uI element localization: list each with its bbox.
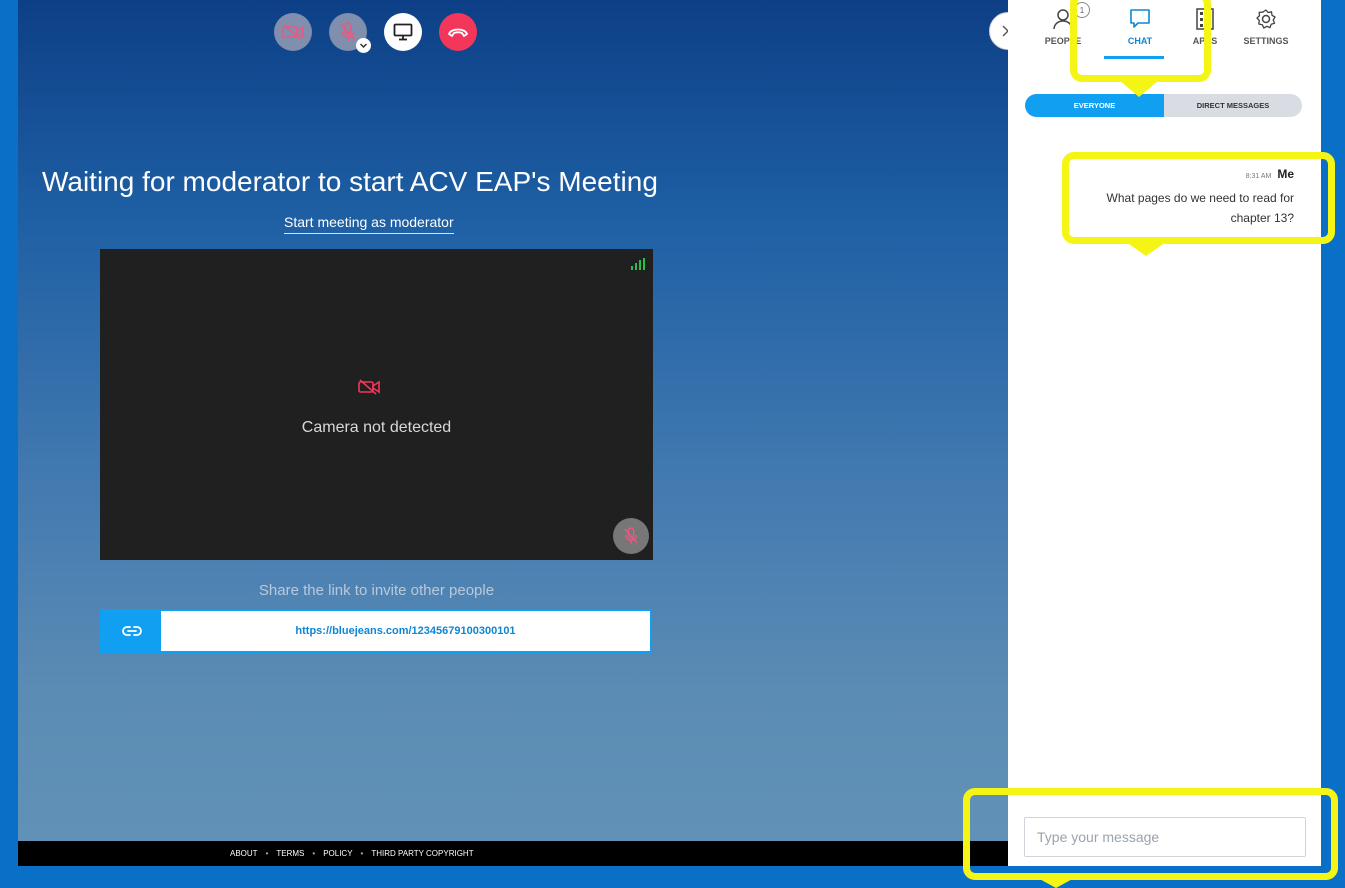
settings-icon [1256, 9, 1276, 29]
page-title: Waiting for moderator to start ACV EAP's… [42, 166, 658, 197]
mic-off-icon [340, 22, 356, 41]
chat-scope-toggle: EVERYONE DIRECT MESSAGES [1025, 94, 1302, 117]
preview-mic-indicator [613, 518, 649, 554]
highlight-annotation-pointer [1126, 242, 1166, 256]
chevron-down-icon [359, 43, 368, 49]
signal-icon [631, 258, 645, 270]
highlight-annotation-pointer [1036, 877, 1076, 888]
share-invite-text: Share the link to invite other people [258, 582, 495, 599]
meeting-stage: Waiting for moderator to start ACV EAP's… [18, 0, 1008, 866]
tab-settings[interactable]: SETTINGS [1231, 8, 1301, 46]
chat-message-text: What pages do we need to read for chapte… [1106, 191, 1294, 225]
mic-options-button[interactable] [356, 38, 371, 53]
footer-separator: • [265, 849, 269, 858]
tab-people-label: PEOPLE [1044, 36, 1082, 46]
tab-chat[interactable]: CHAT [1105, 8, 1175, 46]
share-url-text[interactable]: https://bluejeans.com/12345679100300101 [161, 611, 650, 651]
everyone-segment[interactable]: EVERYONE [1025, 94, 1164, 117]
microphone-toggle-button[interactable] [329, 13, 371, 53]
self-video-preview: Camera not detected [100, 249, 653, 560]
people-icon [1053, 9, 1073, 30]
footer-link-policy[interactable]: POLICY [323, 849, 352, 858]
mic-off-icon [624, 527, 638, 544]
footer: ABOUT • TERMS • POLICY • THIRD PARTY COP… [18, 841, 1008, 866]
tab-chat-label: CHAT [1127, 36, 1153, 46]
message-timestamp: 8:31 AM [1245, 173, 1272, 180]
side-panel: PEOPLE 1 CHAT APPS SETTINGS EVERYONE DIR… [1008, 0, 1321, 866]
apps-icon [1196, 8, 1214, 30]
footer-link-copyright[interactable]: THIRD PARTY COPYRIGHT [371, 849, 473, 858]
active-tab-indicator [1104, 56, 1164, 59]
direct-messages-segment[interactable]: DIRECT MESSAGES [1164, 94, 1302, 117]
camera-status-text: Camera not detected [301, 419, 452, 436]
screen-share-button[interactable] [384, 13, 422, 51]
tab-apps-label: APPS [1192, 36, 1218, 46]
footer-separator: • [360, 849, 364, 858]
highlight-annotation-pointer [1119, 80, 1159, 97]
tab-settings-label: SETTINGS [1243, 36, 1289, 46]
hangup-icon [448, 28, 468, 37]
screen-share-icon [393, 23, 413, 41]
camera-toggle-button[interactable] [274, 13, 312, 51]
tab-apps[interactable]: APPS [1170, 8, 1240, 46]
camera-off-icon [358, 379, 380, 395]
hang-up-button[interactable] [439, 13, 477, 51]
start-meeting-link[interactable]: Start meeting as moderator [284, 214, 454, 234]
message-sender: Me [1277, 167, 1294, 181]
footer-link-about[interactable]: ABOUT [230, 849, 258, 858]
footer-separator: • [312, 849, 316, 858]
copy-link-button[interactable] [102, 611, 161, 651]
chat-icon [1130, 9, 1150, 28]
share-link-box: https://bluejeans.com/12345679100300101 [100, 609, 652, 653]
chat-message-header: 8:31 AM Me [1246, 167, 1294, 181]
camera-off-icon [282, 24, 304, 40]
people-count-badge: 1 [1074, 2, 1090, 18]
chat-message-input[interactable] [1024, 817, 1306, 857]
footer-link-terms[interactable]: TERMS [276, 849, 304, 858]
link-icon [121, 626, 142, 636]
